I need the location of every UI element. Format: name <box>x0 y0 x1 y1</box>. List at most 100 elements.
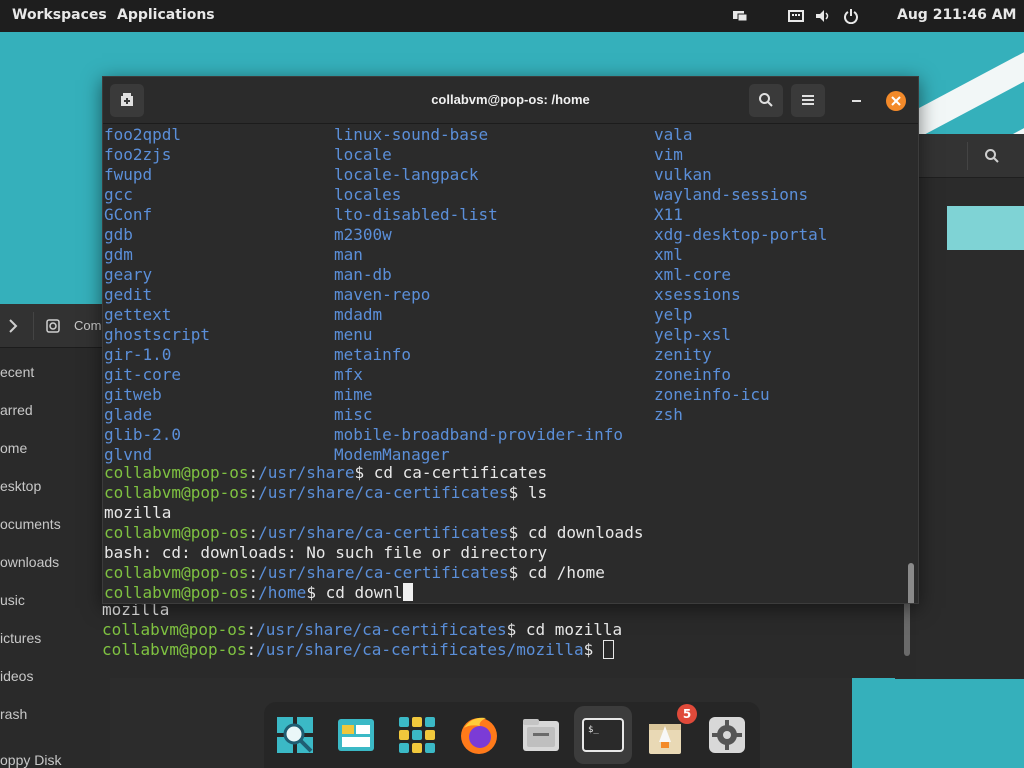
terminal-scrollbar[interactable] <box>908 563 914 603</box>
files-app-icon <box>338 719 374 751</box>
prompt-path: /usr/share/ca-certificates/mozilla <box>256 640 584 659</box>
minimize-button[interactable] <box>852 100 861 102</box>
dir-entry: xdg-desktop-portal <box>654 225 828 244</box>
terminal-headerbar: collabvm@pop-os: /home <box>103 77 918 124</box>
dock-settings[interactable] <box>698 706 756 764</box>
sidebar-item-recent[interactable]: ecent <box>0 364 34 380</box>
dock-firefox[interactable] <box>450 706 508 764</box>
dir-entry: yelp <box>654 305 693 324</box>
files-toolbar: Comp <box>0 304 110 348</box>
files-window[interactable]: Comp ecent arred ome esktop ocuments own… <box>0 304 110 768</box>
dock-apps-grid[interactable] <box>388 706 446 764</box>
dir-entry: glade <box>104 405 153 424</box>
dir-entry: X11 <box>654 205 683 224</box>
terminal-window[interactable]: collabvm@pop-os: /home foo2qpdl foo2zjs … <box>102 76 919 604</box>
dir-entry: zsh <box>654 405 683 424</box>
prompt-separator: : <box>248 583 259 602</box>
sidebar-item-starred[interactable]: arred <box>0 402 33 418</box>
dir-entry: glib-2.0 <box>104 425 182 444</box>
dir-entry: lto-disabled-list <box>334 205 498 224</box>
dir-entry: vala <box>654 125 693 144</box>
volume-icon[interactable] <box>815 8 831 24</box>
background-terminal[interactable]: mozilla collabvm@pop-os:/usr/share/ca-ce… <box>96 600 916 678</box>
power-icon[interactable] <box>843 8 859 24</box>
dir-entry: gdm <box>104 245 133 264</box>
ls-column-1: foo2qpdl foo2zjs fwupd gcc GConf gdb gdm… <box>104 125 210 465</box>
prompt-user: collabvm@pop-os <box>104 463 249 482</box>
dir-entry: zoneinfo-icu <box>654 385 770 404</box>
close-button[interactable] <box>886 91 906 111</box>
search-icon[interactable] <box>984 148 1000 164</box>
dir-entry: xsessions <box>654 285 741 304</box>
terminal-icon: $_ <box>582 718 624 752</box>
terminal-prompt-line: collabvm@pop-os:/usr/share/ca-certificat… <box>104 563 643 583</box>
prompt-user: collabvm@pop-os <box>102 620 247 639</box>
dock-search[interactable] <box>266 706 324 764</box>
ls-column-2: linux-sound-base locale locale-langpack … <box>334 125 623 465</box>
dir-entry: locale <box>334 145 392 164</box>
running-indicator <box>598 760 612 764</box>
sidebar-item-music[interactable]: usic <box>0 592 25 608</box>
clock-time[interactable]: 1:46 AM <box>952 7 1016 23</box>
sidebar-item-videos[interactable]: ideos <box>0 668 33 684</box>
display-icon[interactable] <box>732 8 748 24</box>
background-scrollbar[interactable] <box>904 600 910 656</box>
top-panel: Workspaces Applications Aug 21 1:46 AM <box>0 0 1024 32</box>
dir-entry: mdadm <box>334 305 383 324</box>
terminal-error-line: bash: cd: downloads: No such file or dir… <box>104 543 548 562</box>
running-indicator <box>536 760 550 764</box>
search-button[interactable] <box>749 84 783 117</box>
sidebar-item-floppy-disk[interactable]: oppy Disk <box>0 752 61 768</box>
sidebar-item-documents[interactable]: ocuments <box>0 516 61 532</box>
dock-file-manager[interactable] <box>512 706 570 764</box>
dock-terminal[interactable]: $_ <box>574 706 632 764</box>
dir-entry: gettext <box>104 305 172 324</box>
dir-entry: GConf <box>104 205 153 224</box>
prompt-separator: : <box>248 463 259 482</box>
dir-entry: menu <box>334 325 373 344</box>
prompt-path: /usr/share/ca-certificates <box>258 483 509 502</box>
terminal-prompt-line: collabvm@pop-os:/usr/share/ca-certificat… <box>102 620 622 639</box>
dir-entry: xml-core <box>654 265 732 284</box>
dir-entry: zoneinfo <box>654 365 732 384</box>
apps-grid-icon <box>399 717 435 753</box>
sidebar-item-pictures[interactable]: ictures <box>0 630 41 646</box>
sidebar-item-desktop[interactable]: esktop <box>0 478 41 494</box>
dir-entry: linux-sound-base <box>334 125 489 144</box>
prompt-command: $ cd mozilla <box>506 620 623 639</box>
dir-entry: gitweb <box>104 385 162 404</box>
close-icon <box>891 96 901 106</box>
chevron-right-icon[interactable] <box>6 318 20 334</box>
sidebar-item-trash[interactable]: rash <box>0 706 27 722</box>
terminal-cursor <box>602 640 614 659</box>
dir-entry: ghostscript <box>104 325 210 344</box>
prompt-command: $ ls <box>508 483 548 502</box>
prompt-command: $ cd downloads <box>508 523 644 542</box>
applications-button[interactable]: Applications <box>117 7 215 23</box>
terminal-content[interactable]: foo2qpdl foo2zjs fwupd gcc GConf gdb gdm… <box>103 125 918 603</box>
dir-entry: metainfo <box>334 345 412 364</box>
sidebar-item-home[interactable]: ome <box>0 440 27 456</box>
dir-entry: mobile-broadband-provider-info <box>334 425 623 444</box>
terminal-active-prompt[interactable]: collabvm@pop-os:/home$ cd downl <box>104 583 643 603</box>
prompt-path: /usr/share/ca-certificates <box>258 523 509 542</box>
header-divider <box>967 142 968 170</box>
prompt-separator: : <box>246 620 257 639</box>
prompt-command: $ cd ca-certificates <box>354 463 548 482</box>
terminal-output-line: mozilla <box>104 503 172 522</box>
dir-entry: zenity <box>654 345 712 364</box>
search-icon <box>277 717 313 753</box>
dir-entry: foo2zjs <box>104 145 172 164</box>
workspaces-button[interactable]: Workspaces <box>12 7 107 23</box>
menu-button[interactable] <box>791 84 825 117</box>
prompt-separator: : <box>248 563 259 582</box>
dock-files-app[interactable] <box>327 706 385 764</box>
prompt-command: $ cd downl <box>306 583 403 602</box>
keyboard-icon[interactable] <box>788 8 804 24</box>
sidebar-item-downloads[interactable]: ownloads <box>0 554 59 570</box>
dir-entry: gdb <box>104 225 133 244</box>
dir-entry: geary <box>104 265 153 284</box>
prompt-path: /home <box>258 583 307 602</box>
clock-date[interactable]: Aug 21 <box>897 7 952 23</box>
search-icon <box>759 93 773 107</box>
